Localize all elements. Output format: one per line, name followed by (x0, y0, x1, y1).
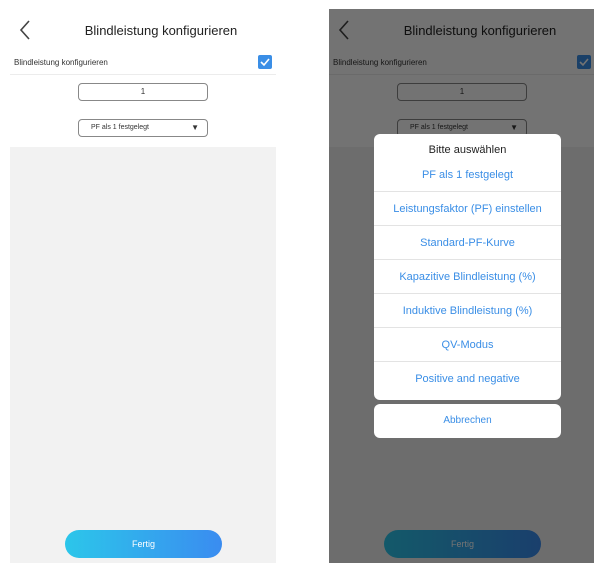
cancel-button[interactable]: Abbrechen (374, 404, 561, 438)
picker-option[interactable]: Standard-PF-Kurve (374, 226, 561, 260)
picker-option[interactable]: QV-Modus (374, 328, 561, 362)
picker-option[interactable]: Kapazitive Blindleistung (%) (374, 260, 561, 294)
config-row-label: Blindleistung konfigurieren (14, 58, 108, 67)
picker-option[interactable]: PF als 1 festgelegt (374, 158, 561, 192)
header: Blindleistung konfigurieren (10, 9, 276, 51)
page-title: Blindleistung konfigurieren (84, 23, 238, 38)
content-area: Blindleistung konfigurieren 1 PF als 1 f… (10, 51, 276, 563)
config-screen: Blindleistung konfigurieren Blindleistun… (10, 9, 276, 563)
dropdown-arrow-icon: ▼ (191, 123, 199, 132)
config-checkbox[interactable] (258, 55, 272, 69)
option-picker: Bitte auswählen PF als 1 festgelegt Leis… (374, 134, 561, 400)
config-row[interactable]: Blindleistung konfigurieren (10, 51, 276, 75)
settings-block: 1 PF als 1 festgelegt ▼ (10, 75, 276, 147)
done-button[interactable]: Fertig (65, 530, 222, 558)
value-input[interactable]: 1 (78, 83, 208, 101)
mode-select[interactable]: PF als 1 festgelegt ▼ (78, 119, 208, 137)
picker-option[interactable]: Induktive Blindleistung (%) (374, 294, 561, 328)
mode-select-value: PF als 1 festgelegt (91, 124, 149, 131)
picker-option[interactable]: Leistungsfaktor (PF) einstellen (374, 192, 561, 226)
picker-option[interactable]: Positive and negative (374, 362, 561, 396)
picker-title: Bitte auswählen (428, 144, 507, 156)
config-screen-picker-open: Blindleistung konfigurieren Blindleistun… (329, 9, 594, 563)
check-icon (260, 58, 270, 67)
